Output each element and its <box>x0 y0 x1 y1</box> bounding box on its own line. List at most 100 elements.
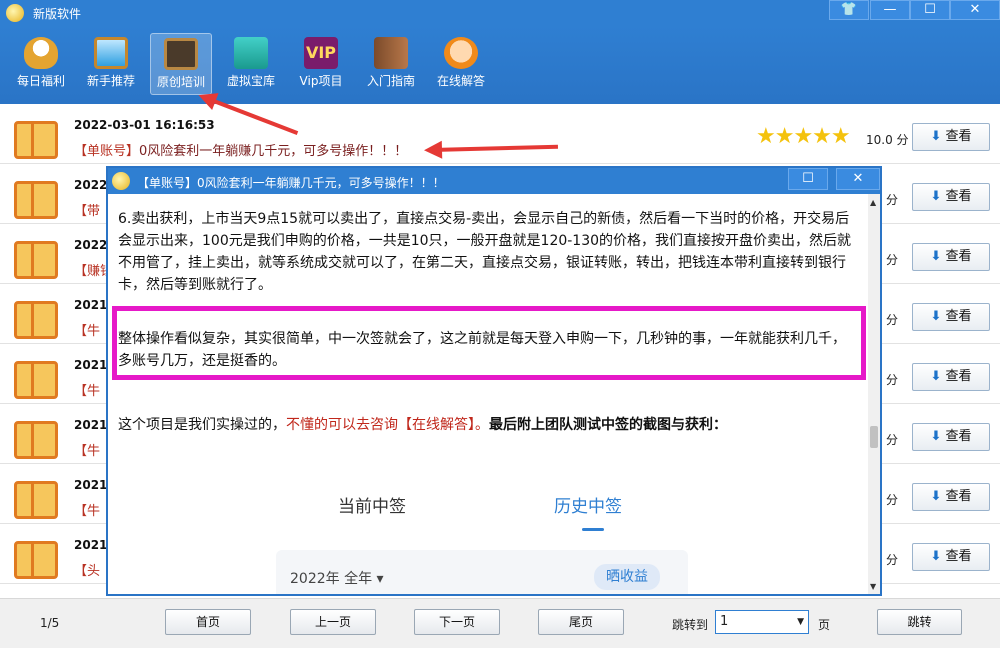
view-button[interactable]: ⬇ 查看 <box>912 483 990 511</box>
download-arrow-icon: ⬇ <box>930 189 942 204</box>
download-arrow-icon: ⬇ <box>930 489 942 504</box>
vip-icon: VIP <box>304 37 338 69</box>
item-score: 分 <box>886 253 899 267</box>
popup-close-button[interactable]: ✕ <box>836 168 880 190</box>
article-paragraph: 这个项目是我们实操过的，不懂的可以去咨询【在线解答】。最后附上团队测试中签的截图… <box>118 414 858 436</box>
view-button[interactable]: ⬇ 查看 <box>912 183 990 211</box>
page-unit-label: 页 <box>818 618 831 632</box>
view-button[interactable]: ⬇ 查看 <box>912 123 990 151</box>
item-title[interactable]: 【牛 <box>74 320 100 339</box>
download-arrow-icon: ⬇ <box>930 429 942 444</box>
toolbar-item-daily-benefits[interactable]: 每日福利 <box>10 33 72 95</box>
item-title[interactable]: 【带 <box>74 200 100 219</box>
close-button[interactable]: ✕ <box>950 0 1000 20</box>
app-logo-icon <box>112 172 130 190</box>
toolbar-item-newbie[interactable]: 新手推荐 <box>80 33 142 95</box>
prev-page-button[interactable]: 上一页 <box>290 609 376 635</box>
toolbar-item-label: 每日福利 <box>16 74 65 88</box>
view-button[interactable]: ⬇ 查看 <box>912 423 990 451</box>
item-score: 10.0 分 <box>866 133 909 147</box>
main-toolbar: 每日福利 新手推荐 原创培训 虚拟宝库 VIP Vip项目 入门指南 在线解答 <box>0 26 1000 104</box>
view-button-label: 查看 <box>945 369 972 384</box>
view-button-label: 查看 <box>945 129 972 144</box>
view-button-label: 查看 <box>945 249 972 264</box>
book-icon <box>14 121 58 159</box>
next-page-button[interactable]: 下一页 <box>414 609 500 635</box>
toolbar-item-online-help[interactable]: 在线解答 <box>430 33 492 95</box>
toolbar-item-vault[interactable]: 虚拟宝库 <box>220 33 282 95</box>
toolbar-item-label: 虚拟宝库 <box>226 74 275 88</box>
guide-book-icon <box>374 37 408 69</box>
app-title: 新版软件 <box>33 7 82 21</box>
first-page-button[interactable]: 首页 <box>165 609 251 635</box>
item-title[interactable]: 【单账号】0风险套利一年躺赚几千元，可多号操作！！！ <box>74 140 407 159</box>
view-button[interactable]: ⬇ 查看 <box>912 303 990 331</box>
online-help-link[interactable]: 不懂的可以去咨询【在线解答】。 <box>286 417 489 433</box>
view-button[interactable]: ⬇ 查看 <box>912 543 990 571</box>
popup-content: 6.卖出获利，上市当天9点15就可以卖出了，直接点交易-卖出，会显示自己的新债，… <box>108 194 868 594</box>
year-filter: 2022年 全年 ▾ <box>290 571 384 587</box>
toolbar-item-label: 新手推荐 <box>86 74 135 88</box>
view-button[interactable]: ⬇ 查看 <box>912 243 990 271</box>
item-score: 分 <box>886 493 899 507</box>
scroll-down-icon[interactable]: ▼ <box>870 582 876 591</box>
item-date: 2022-03-01 16:16:53 <box>74 118 215 132</box>
tab-history-lottery: 历史中签 <box>554 497 622 517</box>
toolbar-item-label: Vip项目 <box>299 74 343 88</box>
item-date: 2021 <box>74 478 108 492</box>
item-tag: 【牛 <box>74 504 101 519</box>
item-date: 2022 <box>74 238 108 252</box>
rating-stars: ★★★★★ <box>756 124 851 149</box>
book-icon <box>14 541 58 579</box>
goto-label: 跳转到 <box>672 618 709 632</box>
view-button[interactable]: ⬇ 查看 <box>912 363 990 391</box>
skin-button[interactable]: 👕 <box>829 0 869 20</box>
headset-icon <box>444 37 478 69</box>
popup-title: 【单账号】0风险套利一年躺赚几千元，可多号操作！！！ <box>137 176 445 190</box>
item-score: 分 <box>886 433 899 447</box>
minimize-button[interactable]: — <box>870 0 910 20</box>
item-title[interactable]: 【牛 <box>74 440 100 459</box>
filter-bar: 2022年 全年 ▾ 晒收益 <box>276 550 688 594</box>
toolbar-item-vip[interactable]: VIP Vip项目 <box>290 33 352 95</box>
warehouse-icon <box>234 37 268 69</box>
jump-button[interactable]: 跳转 <box>877 609 962 635</box>
item-score: 分 <box>886 193 899 207</box>
item-title[interactable]: 【头 <box>74 560 100 579</box>
lucky-cat-icon <box>24 37 58 69</box>
item-score: 分 <box>886 373 899 387</box>
paragraph-text: 这个项目是我们实操过的， <box>118 417 286 433</box>
book-icon <box>14 301 58 339</box>
last-page-button[interactable]: 尾页 <box>538 609 624 635</box>
scrollbar-thumb[interactable] <box>870 426 878 448</box>
popup-maximize-button[interactable]: ☐ <box>788 168 828 190</box>
blackboard-icon <box>164 38 198 70</box>
item-title[interactable]: 【牛 <box>74 500 100 519</box>
item-title[interactable]: 【牛 <box>74 380 100 399</box>
item-date: 2022 <box>74 178 108 192</box>
item-date: 2021 <box>74 298 108 312</box>
popup-scrollbar[interactable]: ▲ ▼ <box>868 194 880 594</box>
item-tag: 【头 <box>74 564 101 579</box>
toolbar-item-training[interactable]: 原创培训 <box>150 33 212 95</box>
item-tag: 【带 <box>74 204 101 219</box>
download-arrow-icon: ⬇ <box>930 249 942 264</box>
item-score: 分 <box>886 553 899 567</box>
page-select[interactable]: 1 ▼ <box>715 610 809 634</box>
title-bar: 新版软件 👕 — ☐ ✕ <box>0 0 1000 26</box>
toolbar-item-label: 在线解答 <box>436 74 485 88</box>
embedded-screenshot: 当前中签 历史中签 2022年 全年 ▾ 晒收益 <box>276 490 708 594</box>
tab-underline <box>582 528 604 531</box>
download-arrow-icon: ⬇ <box>930 309 942 324</box>
item-tag: 【单账号】 <box>74 144 140 159</box>
page-indicator: 1/5 <box>40 616 60 630</box>
download-arrow-icon: ⬇ <box>930 549 942 564</box>
toolbar-item-guide[interactable]: 入门指南 <box>360 33 422 95</box>
scroll-up-icon[interactable]: ▲ <box>870 198 876 207</box>
item-tag: 【牛 <box>74 444 101 459</box>
view-button-label: 查看 <box>945 489 972 504</box>
toolbar-item-label: 入门指南 <box>366 74 415 88</box>
article-paragraph: 6.卖出获利，上市当天9点15就可以卖出了，直接点交易-卖出，会显示自己的新债，… <box>118 211 852 293</box>
book-icon <box>14 241 58 279</box>
maximize-button[interactable]: ☐ <box>910 0 950 20</box>
